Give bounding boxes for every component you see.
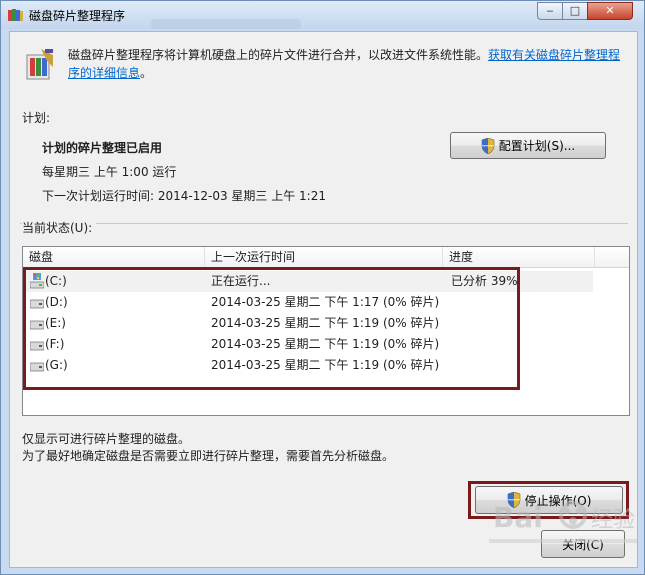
configure-schedule-button[interactable]: 配置计划(S)...: [450, 132, 606, 159]
description-end: 。: [140, 66, 153, 80]
schedule-next-run: 下一次计划运行时间: 2014-12-03 星期三 上午 1:21: [42, 189, 326, 203]
defrag-icon: [26, 49, 53, 80]
svg-text:经验: 经验: [591, 508, 635, 533]
title-bar[interactable]: 磁盘碎片整理程序 ‒ □ ✕: [1, 1, 644, 29]
dialog-body: 磁盘碎片整理程序将计算机硬盘上的碎片文件进行合并，以改进文件系统性能。获取有关磁…: [9, 31, 638, 568]
description-text: 磁盘碎片整理程序将计算机硬盘上的碎片文件进行合并，以改进文件系统性能。: [68, 48, 489, 62]
header-description: 磁盘碎片整理程序将计算机硬盘上的碎片文件进行合并，以改进文件系统性能。获取有关磁…: [68, 46, 628, 82]
separator-line: [20, 223, 628, 224]
schedule-status: 计划的碎片整理已启用: [42, 141, 163, 155]
note-analyze-first: 为了最好地确定磁盘是否需要立即进行碎片整理，需要首先分析磁盘。: [22, 449, 395, 463]
defrag-app-icon: [8, 9, 23, 21]
close-icon: ✕: [605, 4, 615, 17]
schedule-frequency: 每星期三 上午 1:00 运行: [42, 165, 177, 179]
shield-icon: [481, 137, 495, 154]
note-defraggable-disks: 仅显示可进行碎片整理的磁盘。: [22, 432, 191, 446]
maximize-icon: □: [569, 4, 581, 17]
close-window-button[interactable]: ✕: [587, 2, 633, 20]
window-title: 磁盘碎片整理程序: [29, 9, 126, 23]
column-header-last-run[interactable]: 上一次运行时间: [205, 247, 443, 267]
minimize-button[interactable]: ‒: [537, 2, 563, 20]
svg-text:Bai: Bai: [493, 501, 543, 534]
schedule-section-label: 计划:: [22, 111, 51, 125]
current-status-label: 当前状态(U):: [22, 219, 97, 236]
disk-list-header: 磁盘 上一次运行时间 进度: [23, 247, 629, 268]
column-header-disk[interactable]: 磁盘: [23, 247, 205, 267]
defrag-window: 磁盘碎片整理程序 ‒ □ ✕ 磁盘碎片整理程序将计算机硬盘上的碎片文件进行合并，…: [0, 0, 645, 575]
disk-rows-highlight-box: [23, 267, 520, 390]
maximize-button[interactable]: □: [562, 2, 588, 20]
configure-schedule-label: 配置计划(S)...: [498, 139, 576, 153]
watermark-logo: Bai 经验: [489, 501, 637, 543]
title-bar-blur: [151, 19, 301, 29]
minimize-icon: ‒: [546, 4, 554, 17]
column-header-progress[interactable]: 进度: [443, 247, 595, 267]
